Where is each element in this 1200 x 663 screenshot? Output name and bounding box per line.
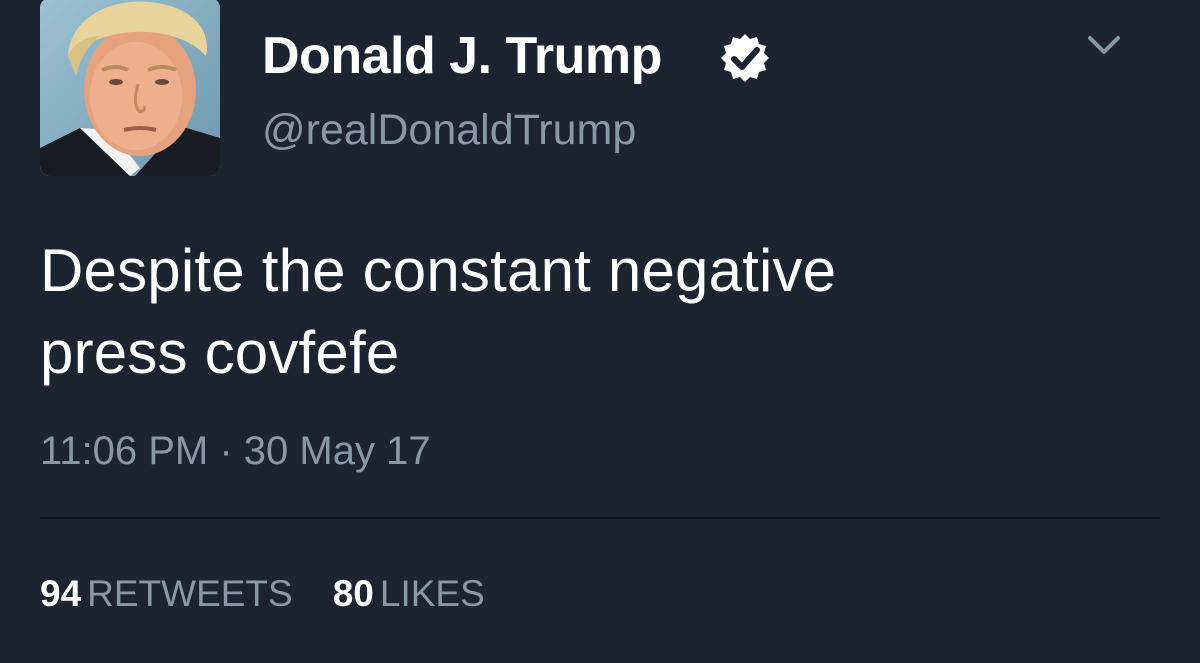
user-handle[interactable]: @realDonaldTrump [262, 104, 636, 156]
retweets-count: 94 [40, 573, 82, 614]
tweet-text-line: Despite the constant negative [40, 237, 837, 304]
retweets-label: RETWEETS [87, 573, 293, 614]
retweets-stat[interactable]: 94 RETWEETS [40, 570, 293, 618]
avatar[interactable] [40, 0, 220, 176]
tweet-text: Despite the constant negative press covf… [40, 230, 1140, 394]
profile-photo [40, 0, 220, 176]
display-name[interactable]: Donald J. Trump [262, 26, 662, 86]
divider [40, 517, 1160, 519]
likes-label: LIKES [379, 573, 485, 614]
tweet-card: Donald J. Trump @realDonaldTrump Despite… [0, 0, 1200, 663]
likes-stat[interactable]: 80 LIKES [333, 570, 485, 618]
likes-count: 80 [332, 573, 374, 614]
tweet-text-line: press covfefe [40, 319, 400, 386]
tweet-timestamp[interactable]: 11:06 PM · 30 May 17 [40, 426, 431, 476]
engagement-stats: 94 RETWEETS 80 LIKES [40, 570, 525, 618]
chevron-down-icon[interactable] [1086, 32, 1122, 60]
verified-badge-icon [721, 34, 769, 82]
